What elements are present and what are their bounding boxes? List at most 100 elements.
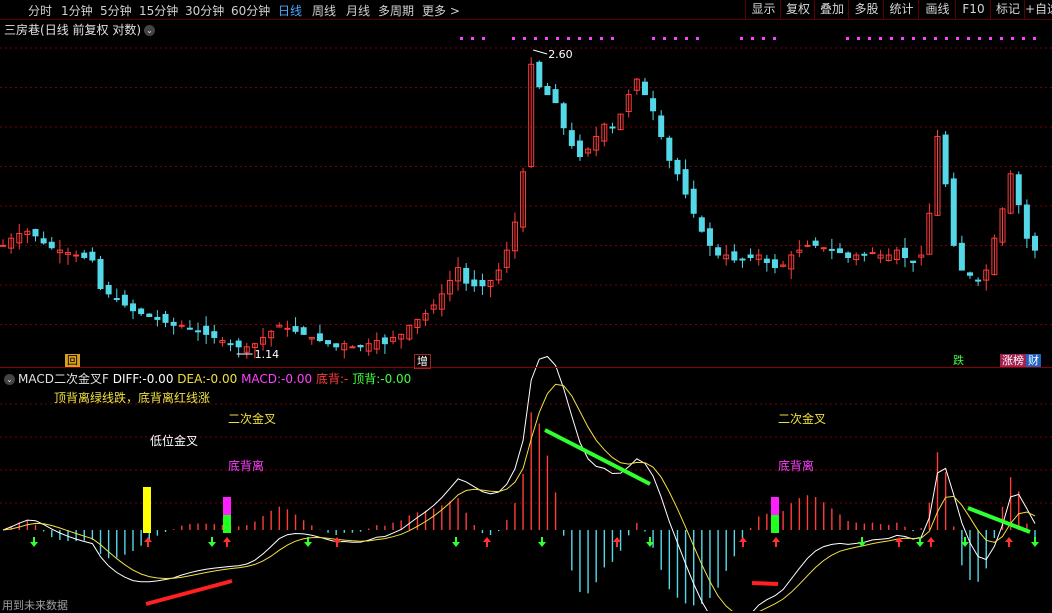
low-price-label: 1.14 [255, 348, 280, 361]
tool-button-0[interactable]: 显示 [745, 0, 781, 19]
period-tab-8[interactable]: 月线 [346, 2, 370, 19]
candle-body [300, 327, 307, 335]
candle-body [836, 248, 843, 254]
signal-dot [523, 37, 526, 40]
period-tab-1[interactable]: 1分钟 [61, 2, 93, 19]
candle-body [658, 115, 665, 137]
buy-arrow-icon [772, 537, 780, 547]
candle-body [576, 140, 583, 158]
tool-button-3[interactable]: 多股 [848, 0, 884, 19]
event-tag-cai[interactable]: 财 [1026, 354, 1041, 367]
buy-arrow-icon [739, 537, 747, 547]
tool-button-6[interactable]: F10 [955, 0, 991, 19]
sell-arrow-icon [30, 537, 38, 547]
candle-body [73, 254, 80, 257]
dea-label: DEA: [177, 372, 207, 386]
period-tab-4[interactable]: 30分钟 [185, 2, 224, 19]
signal-dot [652, 37, 655, 40]
signal-dot [846, 37, 849, 40]
candle-body [333, 343, 340, 348]
candle-body [901, 247, 908, 258]
signal-dot [751, 37, 754, 40]
signal-dot [696, 37, 699, 40]
period-tab-5[interactable]: 60分钟 [231, 2, 270, 19]
signal-dot [890, 37, 893, 40]
pane-divider [0, 367, 1052, 368]
period-tab-9[interactable]: 多周期 [378, 2, 414, 19]
bottom-divergence-label: 底背离 [778, 459, 815, 473]
event-tag-zeng[interactable]: 增 [414, 354, 431, 369]
candle-body [1032, 235, 1038, 251]
candle-body [292, 326, 299, 332]
tool-button-1[interactable]: 复权 [780, 0, 815, 19]
dea-value: -0.00 [206, 372, 238, 386]
candle-body [536, 61, 543, 88]
candle-body [349, 346, 356, 349]
chart-canvas: 2.60 1.14 [0, 37, 1052, 611]
sell-arrow-icon [452, 537, 460, 547]
candle-body [869, 252, 876, 255]
candle-body [812, 240, 819, 246]
second-golden-cross-label: 二次金叉 [228, 412, 277, 426]
signal-dot [956, 37, 959, 40]
candle-body [845, 252, 852, 258]
candle-body [747, 254, 754, 258]
candle-body [227, 343, 234, 346]
candle-body [195, 330, 202, 333]
second-cross-bar [771, 497, 779, 515]
candle-body [544, 85, 551, 96]
period-tab-3[interactable]: 15分钟 [139, 2, 178, 19]
indicator-description: 顶背离绿线跌，底背离红线涨 [54, 391, 211, 405]
top-divergence-label: 顶背: [352, 372, 381, 386]
candle-body [316, 333, 323, 342]
signal-dot [978, 37, 981, 40]
candle-body [479, 279, 486, 287]
tool-button-4[interactable]: 统计 [883, 0, 919, 19]
period-tab-0[interactable]: 分时 [28, 2, 52, 19]
candle-body [235, 340, 242, 348]
candle-body [146, 313, 153, 317]
signal-dot [773, 37, 776, 40]
buy-arrow-icon [483, 537, 491, 547]
diff-label: DIFF: [112, 372, 143, 386]
signal-dot [567, 37, 570, 40]
period-tab-10[interactable]: 更多 > [422, 2, 460, 19]
chevron-down-icon[interactable]: ⌄ [4, 374, 15, 385]
candle-body [1023, 204, 1030, 239]
period-tab-2[interactable]: 5分钟 [100, 2, 132, 19]
candle-body [641, 81, 648, 96]
signal-dot [1011, 37, 1014, 40]
event-tag-zhangbang[interactable]: 涨榜 [1000, 354, 1026, 367]
signal-dot [1022, 37, 1025, 40]
period-tab-6[interactable]: 日线 [278, 2, 302, 19]
candle-body [1015, 174, 1022, 206]
sell-arrow-icon [538, 537, 546, 547]
candle-body [154, 316, 161, 320]
candle-body [121, 294, 128, 306]
tool-button-5[interactable]: 画线 [918, 0, 956, 19]
tool-button-2[interactable]: 叠加 [814, 0, 849, 19]
diff-value: -0.00 [142, 372, 174, 386]
candle-body [674, 159, 681, 175]
signal-dot [1033, 37, 1036, 40]
signal-dot [482, 37, 485, 40]
low-cross-bar [143, 487, 151, 533]
candle-body [715, 247, 722, 256]
candle-body [162, 313, 169, 323]
candle-body [552, 89, 559, 104]
tool-button-7[interactable]: 标记 [990, 0, 1025, 19]
signal-dot [471, 37, 474, 40]
candle-body [284, 327, 291, 330]
event-tag-hui[interactable]: 回 [65, 354, 80, 367]
buy-arrow-icon [613, 537, 621, 547]
tool-button-8[interactable]: +自选 [1024, 0, 1052, 19]
candle-body [609, 126, 616, 129]
signal-dot [740, 37, 743, 40]
high-marker-line [533, 49, 548, 55]
event-tag-die[interactable]: 跌 [951, 354, 966, 367]
candle-body [178, 324, 185, 327]
top-divergence-line [544, 428, 651, 486]
buy-arrow-icon [333, 537, 341, 547]
period-tab-7[interactable]: 周线 [312, 2, 336, 19]
candle-body [211, 331, 218, 338]
